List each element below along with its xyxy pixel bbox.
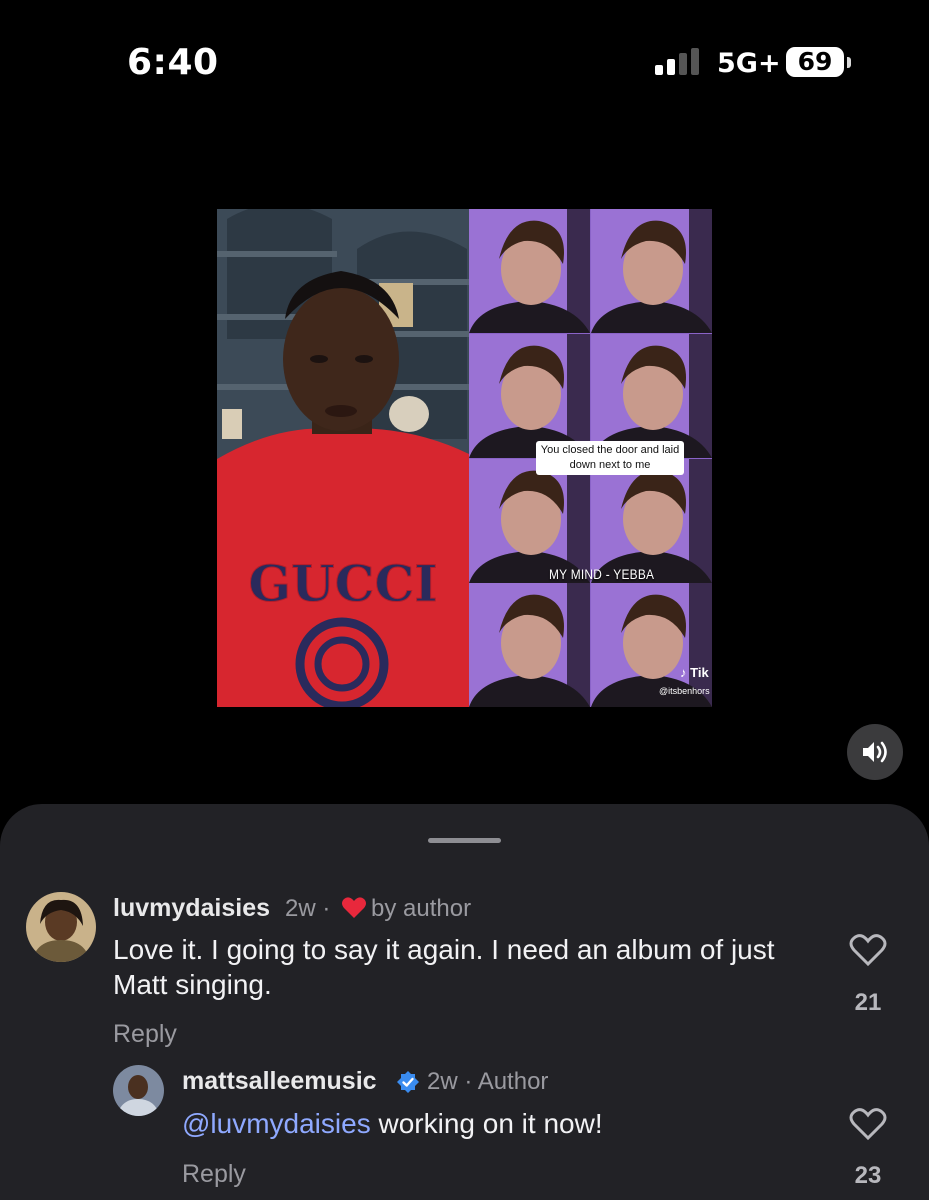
- video-player[interactable]: GUCCI You closed the door and laid down …: [217, 209, 712, 707]
- comment-text: Love it. I going to say it again. I need…: [113, 934, 775, 1000]
- sheet-grabber[interactable]: [428, 838, 501, 843]
- screen: 6:40 5G+ 69 GUCCI You closed the door an…: [0, 0, 929, 1200]
- mention-link[interactable]: @luvmydaisies: [182, 1108, 371, 1139]
- battery-nub: [847, 57, 851, 68]
- like-count: 21: [854, 989, 882, 1016]
- tiktok-watermark: ♪ Tik: [680, 665, 709, 680]
- reply-meta: 2w · Author: [427, 1068, 549, 1095]
- reply-text: @luvmydaisies working on it now!: [182, 1108, 603, 1139]
- avatar[interactable]: [113, 1065, 164, 1116]
- reply-username[interactable]: mattsalleemusic: [182, 1067, 377, 1096]
- tiktok-handle: @itsbenhors: [659, 686, 710, 696]
- signal-icon: [655, 48, 699, 75]
- comment-meta: 2w · by author: [285, 895, 472, 922]
- like-heart-icon[interactable]: [849, 933, 887, 967]
- avatar[interactable]: [26, 892, 96, 962]
- reply-button[interactable]: Reply: [182, 1160, 246, 1189]
- heart-icon: [342, 897, 367, 918]
- volume-button[interactable]: [847, 724, 903, 780]
- network-type: 5G+: [717, 48, 781, 79]
- verified-badge-icon: [397, 1071, 419, 1093]
- like-heart-icon[interactable]: [849, 1107, 887, 1141]
- shirt-print-text: GUCCI: [248, 554, 437, 613]
- comment-username[interactable]: luvmydaisies: [113, 894, 270, 923]
- speaker-icon: [863, 741, 887, 763]
- video-caption: You closed the door and laid down next t…: [536, 441, 684, 475]
- song-label: MY MIND - YEBBA: [549, 566, 655, 582]
- status-time: 6:40: [127, 42, 219, 83]
- like-count: 23: [854, 1162, 882, 1189]
- battery-indicator: 69: [786, 47, 844, 77]
- reply-button[interactable]: Reply: [113, 1020, 177, 1049]
